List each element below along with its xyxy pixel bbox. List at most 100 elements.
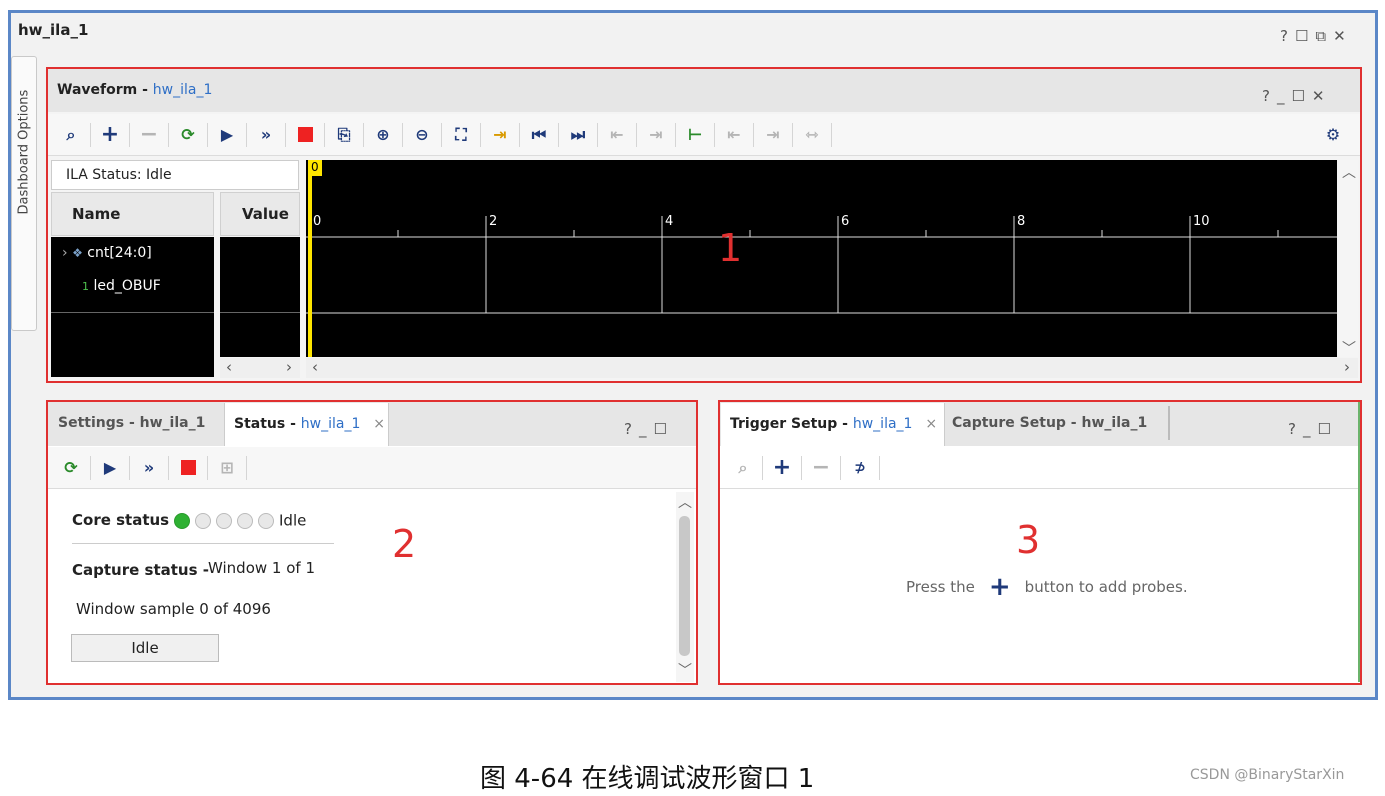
waveform-hscroll[interactable]: ‹ › — [306, 358, 1358, 378]
credit: CSDN @BinaryStarXin — [1190, 767, 1345, 783]
waveform-svg — [306, 160, 1337, 357]
scroll-right-icon[interactable]: › — [286, 358, 292, 376]
remove-probe-icon[interactable]: − — [806, 455, 836, 481]
dashboard-options-label: Dashboard Options — [16, 89, 32, 215]
add-icon[interactable]: + — [989, 574, 1011, 600]
auto-retrigger-icon[interactable]: ⟳ — [56, 455, 86, 481]
waveform-title-link[interactable]: hw_ila_1 — [153, 82, 213, 98]
go-to-last-time-icon[interactable]: ⏭ — [563, 122, 593, 148]
zoom-fit-icon[interactable]: ⛶ — [446, 122, 476, 148]
search-icon[interactable]: ⌕ — [728, 455, 758, 481]
tree-icon[interactable]: ⊞ — [212, 455, 242, 481]
signal-row-cnt[interactable]: › ❖ cnt[24:0] — [62, 245, 152, 261]
add-marker-icon[interactable]: ⊢ — [680, 122, 710, 148]
go-to-time-0-icon[interactable]: ⏮ — [524, 122, 554, 148]
window-sample: Window sample 0 of 4096 — [76, 600, 271, 618]
minimize-icon[interactable]: _ — [1277, 87, 1292, 105]
cursor-line — [308, 160, 312, 357]
trigger-toolbar: ⌕ + − ⊅ — [720, 447, 1358, 489]
close-icon[interactable]: ✕ — [1333, 27, 1353, 45]
time-tick-label: 10 — [1193, 214, 1210, 229]
export-icon[interactable]: ⎘ — [329, 122, 359, 148]
run-immediate-icon[interactable]: » — [134, 455, 164, 481]
stop-icon[interactable] — [290, 122, 320, 148]
waveform-vscroll[interactable]: ︿ ﹀ — [1338, 160, 1358, 357]
run-immediate-icon[interactable]: » — [251, 122, 281, 148]
scroll-down-icon[interactable]: ﹀ — [1342, 338, 1356, 358]
status-dot — [237, 512, 253, 529]
previous-transition-icon[interactable]: ⇤ — [602, 122, 632, 148]
dashboard-options-tab[interactable]: Dashboard Options — [11, 56, 37, 331]
scroll-right-icon[interactable]: › — [1344, 358, 1350, 376]
status-dot — [216, 512, 232, 529]
value-hscroll[interactable]: ‹ › — [220, 358, 300, 378]
run-trigger-icon[interactable]: ▶ — [212, 122, 242, 148]
run-trigger-icon[interactable]: ▶ — [95, 455, 125, 481]
minimize-icon[interactable]: _ — [1303, 420, 1318, 438]
scroll-left-icon[interactable]: ‹ — [226, 358, 232, 376]
tab-status-label: Status - hw_ila_1 × — [234, 416, 385, 432]
core-status-value: Idle — [279, 511, 307, 530]
ila-status: ILA Status: Idle — [51, 160, 299, 190]
core-status-label: Core status — [72, 511, 170, 529]
status-dot — [195, 512, 211, 529]
status-panel-controls[interactable]: ?_☐ — [624, 420, 674, 438]
help-icon[interactable]: ? — [1288, 420, 1303, 438]
close-icon[interactable]: ✕ — [1312, 87, 1332, 105]
status-dot — [258, 512, 274, 529]
goto-cursor-icon[interactable]: ⇥ — [485, 122, 515, 148]
help-icon[interactable]: ? — [1280, 27, 1295, 45]
settings-gear-icon[interactable]: ⚙ — [1318, 122, 1348, 148]
status-dot-active — [174, 512, 190, 529]
maximize-icon[interactable]: ☐ — [1317, 420, 1337, 438]
add-icon[interactable]: + — [95, 122, 125, 148]
maximize-icon[interactable]: ☐ — [653, 420, 673, 438]
previous-marker-icon[interactable]: ⇤ — [719, 122, 749, 148]
waveform-controls[interactable]: ?_☐✕ — [1262, 87, 1332, 105]
close-tab-icon[interactable]: × — [373, 416, 385, 432]
stop-icon[interactable] — [173, 455, 203, 481]
status-vscroll[interactable]: ︿ ﹀ — [676, 492, 694, 682]
tab-capture-setup[interactable]: Capture Setup - hw_ila_1 — [952, 415, 1147, 431]
name-column-header[interactable]: Name — [51, 192, 214, 236]
scroll-left-icon[interactable]: ‹ — [312, 358, 318, 376]
add-probe-icon[interactable]: + — [767, 455, 797, 481]
waveform-title: Waveform - hw_ila_1 — [57, 82, 213, 98]
next-marker-icon[interactable]: ⇥ — [758, 122, 788, 148]
swap-cursors-icon[interactable]: ⇿ — [797, 122, 827, 148]
help-icon[interactable]: ? — [1262, 87, 1277, 105]
scroll-down-icon[interactable]: ﹀ — [678, 660, 692, 680]
idle-button[interactable]: Idle — [71, 634, 219, 662]
expand-chevron-icon[interactable]: › — [62, 245, 68, 261]
close-tab-icon[interactable]: × — [925, 416, 937, 432]
help-icon[interactable]: ? — [624, 420, 639, 438]
maximize-icon[interactable]: ☐ — [1291, 87, 1311, 105]
status-toolbar: ⟳ ▶ » ⊞ — [48, 447, 696, 489]
value-column-header[interactable]: Value — [220, 192, 300, 236]
float-icon[interactable]: ⧉ — [1315, 27, 1333, 45]
search-icon[interactable]: ⌕ — [56, 122, 86, 148]
minimize-icon[interactable]: _ — [639, 420, 654, 438]
capture-status-value: Window 1 of 1 — [208, 559, 315, 577]
window-controls[interactable]: ?☐⧉✕ — [1280, 27, 1353, 45]
auto-retrigger-icon[interactable]: ⟳ — [173, 122, 203, 148]
window-title: hw_ila_1 — [18, 21, 89, 39]
time-tick-label: 4 — [665, 214, 674, 229]
maximize-icon[interactable]: ☐ — [1295, 27, 1315, 45]
signal-row-led[interactable]: 1 led_OBUF — [82, 278, 161, 294]
region-marker-3: 3 — [1016, 518, 1041, 562]
tab-settings[interactable]: Settings - hw_ila_1 — [58, 415, 205, 431]
trigger-panel-controls[interactable]: ?_☐ — [1288, 420, 1338, 438]
scroll-up-icon[interactable]: ︿ — [1342, 162, 1356, 182]
remove-icon[interactable]: − — [134, 122, 164, 148]
scroll-up-icon[interactable]: ︿ — [678, 492, 692, 512]
next-transition-icon[interactable]: ⇥ — [641, 122, 671, 148]
scrollbar-thumb[interactable] — [679, 516, 690, 656]
cursor-label[interactable]: 0 — [308, 160, 322, 176]
core-status-indicators: Idle — [174, 510, 306, 530]
zoom-out-icon[interactable]: ⊖ — [407, 122, 437, 148]
logic-gate-icon[interactable]: ⊅ — [845, 455, 875, 481]
region-marker-1: 1 — [718, 226, 743, 270]
zoom-in-icon[interactable]: ⊕ — [368, 122, 398, 148]
capture-status-label: Capture status - — [72, 561, 209, 579]
